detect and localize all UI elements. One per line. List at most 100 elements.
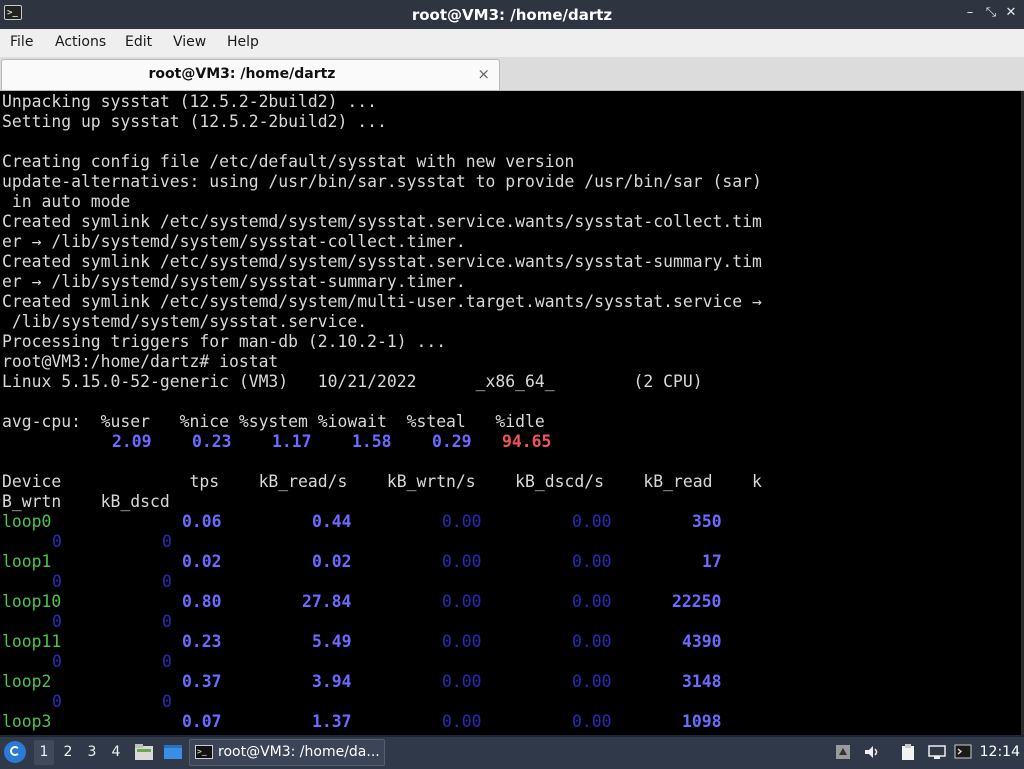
terminal-text: 0.37: [182, 672, 222, 691]
terminal-text: 0.07: [182, 712, 222, 731]
terminal-text: 4390: [682, 632, 722, 651]
terminal-text: loop10: [2, 592, 62, 611]
terminal-text: 0.29: [432, 432, 472, 451]
terminal-line: 00: [2, 612, 1012, 632]
terminal-text: 0: [162, 532, 172, 551]
terminal-line: loop1 0.02 0.02 0.00 0.00 17: [2, 552, 1012, 572]
terminal-text: 2.09: [112, 432, 152, 451]
terminal-text: Linux 5.15.0-52-generic (VM3) 10/21/2022…: [2, 372, 703, 391]
terminal-text: 0: [52, 652, 62, 671]
terminal-text: 1.37: [312, 712, 352, 731]
terminal-text: 0.23: [192, 432, 232, 451]
workspace-4[interactable]: 4: [106, 740, 126, 765]
terminal-text: 0: [162, 692, 172, 711]
terminal-line: Setting up sysstat (12.5.2-2build2) ...: [2, 112, 1012, 132]
terminal-line: update-alternatives: using /usr/bin/sar.…: [2, 172, 1012, 192]
terminal-line: loop10 0.80 27.84 0.00 0.00 22250: [2, 592, 1012, 612]
terminal-text: 0.00: [442, 632, 482, 651]
tab-bar: root@VM3: /home/dartz ×: [0, 57, 1024, 91]
terminal-tray-icon[interactable]: [954, 744, 972, 760]
tab-terminal[interactable]: root@VM3: /home/dartz ×: [1, 59, 500, 90]
minimize-button[interactable]: –: [961, 4, 979, 22]
menu-actions[interactable]: Actions: [55, 34, 106, 50]
terminal-text: 17: [702, 552, 722, 571]
workspace-3[interactable]: 3: [82, 740, 102, 765]
terminal-text: Created symlink /etc/systemd/system/mult…: [2, 292, 762, 311]
terminal-text: 0.44: [312, 512, 352, 531]
terminal-line: er → /lib/systemd/system/sysstat-collect…: [2, 232, 1012, 252]
terminal-text: /lib/systemd/system/sysstat.service.: [2, 312, 368, 331]
terminal-text: Created symlink /etc/systemd/system/syss…: [2, 252, 762, 271]
start-menu-icon[interactable]: [4, 741, 26, 763]
terminal-text: Created symlink /etc/systemd/system/syss…: [2, 212, 762, 231]
terminal-text: 0.00: [572, 712, 612, 731]
terminal-text: 0: [52, 572, 62, 591]
restore-button[interactable]: ⤡: [982, 4, 1000, 22]
terminal-line: B_wrtn kB_dscd: [2, 492, 1012, 512]
terminal-line: in auto mode: [2, 192, 1012, 212]
menu-bar: File Actions Edit View Help: [0, 29, 1024, 58]
terminal-text: 0.00: [572, 592, 612, 611]
terminal-text: loop0: [2, 512, 52, 531]
window-title: root@VM3: /home/dartz: [411, 6, 613, 24]
network-display-icon[interactable]: [928, 744, 946, 760]
terminal-line: loop11 0.23 5.49 0.00 0.00 4390: [2, 632, 1012, 652]
terminal-line: Created symlink /etc/systemd/system/mult…: [2, 292, 1012, 312]
clipboard-icon[interactable]: [899, 744, 917, 760]
close-window-button[interactable]: ✕: [1002, 4, 1020, 22]
menu-edit[interactable]: Edit: [125, 34, 152, 50]
terminal-line: root@VM3:/home/dartz# iostat: [2, 352, 1012, 372]
terminal-text: Creating config file /etc/default/syssta…: [2, 152, 575, 171]
terminal-text: Setting up sysstat (12.5.2-2build2) ...: [2, 112, 387, 131]
clock: 12:14: [979, 744, 1020, 760]
terminal-text: 0.23: [182, 632, 222, 651]
show-desktop-icon[interactable]: [163, 743, 183, 761]
terminal-text: 0.00: [572, 512, 612, 531]
terminal-text: 0.00: [442, 512, 482, 531]
terminal-text: 1098: [682, 712, 722, 731]
terminal-text: Processing triggers for man-db (2.10.2-1…: [2, 332, 447, 351]
menu-view[interactable]: View: [173, 34, 206, 50]
terminal-text: 0.06: [182, 512, 222, 531]
terminal-text: in auto mode: [2, 192, 131, 211]
terminal-text: 3148: [682, 672, 722, 691]
terminal-output[interactable]: Unpacking sysstat (12.5.2-2build2) ... Se…: [0, 91, 1021, 735]
terminal-text: 0.00: [442, 592, 482, 611]
terminal-line: 2.09 0.23 1.17 1.58 0.29 94.65: [2, 432, 1012, 452]
usb-drive-icon[interactable]: [834, 744, 852, 760]
terminal-text: loop1: [2, 552, 52, 571]
terminal-text: 0: [162, 572, 172, 591]
terminal-text: 0: [52, 692, 62, 711]
terminal-line: Created symlink /etc/systemd/system/syss…: [2, 212, 1012, 232]
terminal-text: 0.80: [182, 592, 222, 611]
terminal-line: 00: [2, 692, 1012, 712]
terminal-text: er → /lib/systemd/system/sysstat-collect…: [2, 232, 466, 251]
file-manager-icon[interactable]: [134, 743, 154, 761]
terminal-line: Unpacking sysstat (12.5.2-2build2) ...: [2, 92, 1012, 112]
terminal-text: 0: [162, 612, 172, 631]
terminal-text: 0.00: [572, 672, 612, 691]
taskbar-terminal-label: root@VM3: /home/da...: [218, 744, 380, 760]
terminal-line: Device tps kB_read/s kB_wrtn/s kB_dscd/s…: [2, 472, 1012, 492]
terminal-text: avg-cpu: %user %nice %system %iowait %st…: [2, 412, 545, 431]
terminal-text: B_wrtn kB_dscd: [2, 492, 170, 511]
taskbar-terminal-button[interactable]: >_ root@VM3: /home/da...: [189, 739, 385, 766]
terminal-line: 00: [2, 572, 1012, 592]
terminal-line: Linux 5.15.0-52-generic (VM3) 10/21/2022…: [2, 372, 1012, 392]
terminal-text: 1.17: [272, 432, 312, 451]
workspace-2[interactable]: 2: [58, 740, 78, 765]
tab-close-icon[interactable]: ×: [477, 65, 490, 83]
window-titlebar[interactable]: >_ root@VM3: /home/dartz – ⤡ ✕: [0, 0, 1024, 29]
terminal-text: 0.00: [572, 632, 612, 651]
terminal-line: avg-cpu: %user %nice %system %iowait %st…: [2, 412, 1012, 432]
terminal-line: Created symlink /etc/systemd/system/syss…: [2, 252, 1012, 272]
volume-icon[interactable]: [863, 744, 881, 760]
terminal-text: 0: [162, 652, 172, 671]
menu-file[interactable]: File: [10, 34, 33, 50]
workspace-1[interactable]: 1: [34, 740, 54, 765]
terminal-text: 27.84: [302, 592, 352, 611]
terminal-text: loop11: [2, 632, 62, 651]
menu-help[interactable]: Help: [227, 34, 259, 50]
